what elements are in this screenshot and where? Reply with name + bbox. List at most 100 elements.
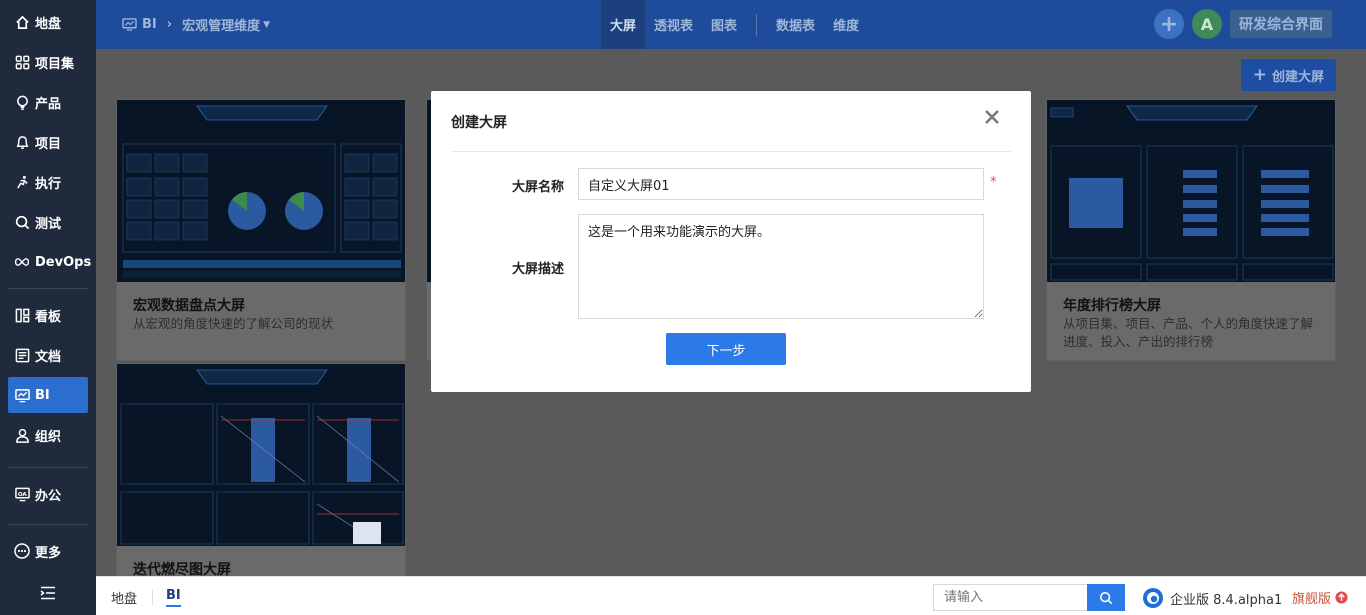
tab-pivot[interactable]: 透视表 (645, 0, 702, 49)
sidebar-item-label: 测试 (35, 216, 62, 232)
sidebar-item-label: 更多 (35, 545, 62, 561)
flagship-link[interactable]: 旗舰版 (1292, 588, 1348, 607)
required-mark: * (990, 175, 997, 190)
next-step-button[interactable]: 下一步 (666, 333, 786, 365)
bulb-icon (14, 94, 30, 110)
search-input[interactable] (933, 584, 1088, 611)
card-desc: 从项目集、项目、产品、个人的角度快速了解进度、投入、产出的排行榜 (1063, 316, 1314, 349)
breadcrumb: BI › 宏观管理维度 ▼ (122, 15, 270, 34)
dimension-dropdown[interactable]: 宏观管理维度 ▼ (182, 15, 270, 34)
sidebar-item-bi[interactable]: BI (8, 377, 88, 413)
card-desc: 从宏观的角度快速的了解公司的现状 (133, 316, 334, 331)
run-icon (14, 174, 30, 190)
search-icon (1099, 591, 1113, 604)
tab-datatable[interactable]: 数据表 (767, 0, 824, 49)
zentao-logo-icon (1143, 588, 1163, 608)
sidebar-item-more[interactable]: 更多 (8, 533, 88, 569)
sidebar-divider (8, 288, 88, 289)
footer-divider (152, 589, 153, 605)
search-test-icon (14, 214, 30, 230)
infinity-icon (14, 254, 30, 270)
footer: 地盘 BI 企业版 8.4.alpha1 旗舰版 (96, 576, 1366, 615)
monitor-icon (122, 18, 137, 31)
breadcrumb-app-label: BI (142, 17, 157, 32)
quick-add-button[interactable]: + (1154, 9, 1184, 39)
sidebar-item-label: DevOps (35, 254, 92, 270)
more-icon (14, 543, 30, 559)
screen-thumbnail (117, 364, 405, 546)
screen-thumbnail (1047, 100, 1335, 282)
sidebar-item-label: 项目集 (35, 56, 75, 72)
close-icon[interactable] (983, 108, 1001, 126)
sidebar-item-doc[interactable]: 文档 (8, 337, 88, 373)
tab-screen[interactable]: 大屏 (601, 0, 646, 49)
footer-tab-bi[interactable]: BI (166, 588, 181, 607)
grid-icon (14, 54, 30, 70)
sidebar-item-home[interactable]: 地盘 (8, 4, 88, 40)
search-button[interactable] (1087, 584, 1125, 611)
sidebar-item-label: 办公 (35, 488, 62, 504)
footer-tab-home[interactable]: 地盘 (111, 588, 137, 607)
home-icon (14, 14, 30, 30)
modal-divider (451, 151, 1011, 152)
sidebar-item-label: BI (35, 387, 50, 403)
collapse-menu-icon[interactable] (40, 586, 56, 600)
screen-name-input[interactable] (578, 168, 984, 200)
sidebar-item-project[interactable]: 项目 (8, 124, 88, 160)
svg-text:OA: OA (17, 491, 27, 497)
sidebar-item-org[interactable]: 组织 (8, 417, 88, 453)
sidebar-item-label: 组织 (35, 429, 62, 445)
screen-card-ranking[interactable]: 年度排行榜大屏 从项目集、项目、产品、个人的角度快速了解进度、投入、产出的排行榜 (1046, 99, 1336, 361)
sidebar-item-label: 产品 (35, 96, 62, 112)
sidebar-item-label: 文档 (35, 349, 62, 365)
upgrade-icon (1335, 591, 1348, 604)
sidebar-item-office[interactable]: OA 办公 (8, 476, 88, 512)
avatar[interactable]: A (1192, 9, 1222, 39)
tab-dimension[interactable]: 维度 (824, 0, 868, 49)
card-title: 宏观数据盘点大屏 (133, 298, 245, 314)
tab-divider (756, 13, 758, 36)
user-icon (14, 427, 30, 443)
sidebar-item-devops[interactable]: DevOps (8, 244, 92, 280)
caret-down-icon: ▼ (263, 19, 271, 30)
monitor-icon (14, 387, 30, 403)
header: BI › 宏观管理维度 ▼ 大屏 透视表 图表 数据表 维度 + A 研发综合界… (96, 0, 1366, 49)
kanban-icon (14, 307, 30, 323)
workspace-button[interactable]: 研发综合界面 (1230, 10, 1332, 38)
screen-card-macro[interactable]: 宏观数据盘点大屏 从宏观的角度快速的了解公司的现状 (116, 99, 406, 361)
sidebar-item-label: 看板 (35, 309, 62, 325)
desc-label: 大屏描述 (512, 262, 565, 277)
sidebar-item-execution[interactable]: 执行 (8, 164, 88, 200)
screen-card-burndown[interactable]: 迭代燃尽图大屏 (116, 363, 406, 603)
sidebar: 地盘 项目集 产品 项目 执行 测试 DevOps 看板 文档 BI 组织 OA… (0, 0, 96, 615)
create-screen-modal: 创建大屏 大屏名称 * 大屏描述 这是一个用来功能演示的大屏。 下一步 (431, 91, 1031, 392)
sidebar-item-test[interactable]: 测试 (8, 204, 88, 240)
breadcrumb-bi[interactable]: BI (122, 17, 157, 32)
office-icon: OA (14, 486, 30, 502)
card-title: 年度排行榜大屏 (1063, 298, 1161, 314)
header-actions: + A 研发综合界面 (1154, 9, 1332, 39)
create-screen-label: 创建大屏 (1271, 69, 1324, 85)
sidebar-divider (8, 524, 88, 525)
screen-desc-textarea[interactable]: 这是一个用来功能演示的大屏。 (578, 214, 984, 319)
name-label: 大屏名称 (512, 180, 565, 195)
chevron-right-icon: › (166, 17, 173, 32)
sidebar-item-kanban[interactable]: 看板 (8, 297, 88, 333)
tab-chart[interactable]: 图表 (702, 0, 746, 49)
modal-title: 创建大屏 (451, 115, 507, 131)
dimension-label: 宏观管理维度 (182, 19, 261, 34)
bell-icon (14, 134, 30, 150)
create-screen-button[interactable]: + 创建大屏 (1240, 59, 1336, 91)
sidebar-divider (8, 467, 88, 468)
plus-icon: + (1252, 65, 1267, 85)
flagship-label: 旗舰版 (1292, 592, 1332, 607)
sidebar-item-label: 执行 (35, 176, 62, 192)
sidebar-item-label: 项目 (35, 136, 62, 152)
edition-info: 企业版 8.4.alpha1 (1142, 587, 1282, 609)
plus-icon: + (1159, 11, 1179, 37)
screen-thumbnail (117, 100, 405, 282)
sidebar-item-product[interactable]: 产品 (8, 84, 88, 120)
edition-label: 企业版 8.4.alpha1 (1170, 592, 1283, 608)
sidebar-item-label: 地盘 (35, 16, 62, 32)
sidebar-item-program[interactable]: 项目集 (8, 44, 88, 80)
